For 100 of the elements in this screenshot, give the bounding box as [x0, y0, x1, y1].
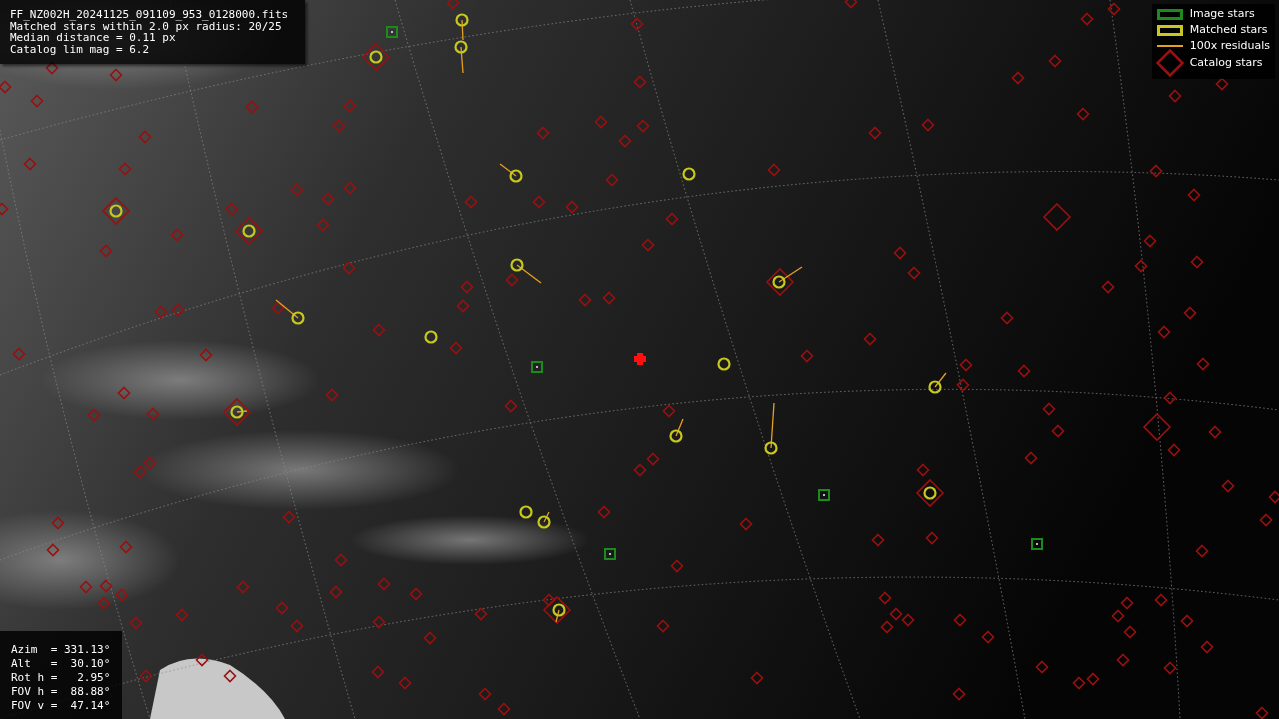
catalog-star-marker	[236, 580, 250, 594]
info-line: Matched stars within 2.0 px radius: 20/25	[10, 20, 282, 32]
catalog-star-marker	[878, 591, 892, 605]
catalog-star-marker	[630, 17, 644, 31]
catalog-star-marker	[1195, 544, 1209, 558]
catalog-star-marker	[618, 134, 632, 148]
catalog-star-marker	[1190, 255, 1204, 269]
catalog-star-marker	[170, 228, 184, 242]
catalog-star-marker	[372, 615, 386, 629]
catalog-star-marker	[474, 607, 488, 621]
catalog-star-marker	[133, 465, 147, 479]
catalog-star-marker	[119, 540, 133, 554]
info-line: Median distance = 0.11 px	[10, 32, 176, 44]
pointing-line: FOV v = 47.14°	[11, 699, 112, 713]
catalog-star-marker	[1200, 640, 1214, 654]
center-cross-icon	[634, 353, 646, 365]
catalog-star-marker	[670, 559, 684, 573]
catalog-star-marker	[1268, 490, 1279, 504]
catalog-star-marker	[99, 244, 113, 258]
catalog-star-marker	[597, 505, 611, 519]
catalog-star-marker	[423, 631, 437, 645]
catalog-star-marker	[1042, 402, 1056, 416]
catalog-star-marker	[863, 332, 877, 346]
catalog-star-marker	[0, 80, 12, 94]
catalog-star-marker	[1221, 479, 1235, 493]
catalog-star-marker	[342, 261, 356, 275]
catalog-star-marker	[456, 299, 470, 313]
catalog-star-marker	[605, 173, 619, 187]
catalog-star-marker	[321, 192, 335, 206]
catalog-star-marker	[901, 613, 915, 627]
catalog-star-marker	[222, 397, 252, 427]
catalog-star-marker	[1255, 706, 1269, 719]
catalog-star-marker	[1180, 614, 1194, 628]
catalog-star-marker	[464, 195, 478, 209]
catalog-star-marker	[1076, 107, 1090, 121]
catalog-star-marker	[23, 157, 37, 171]
catalog-star-marker	[602, 291, 616, 305]
catalog-star-marker	[1149, 164, 1163, 178]
catalog-star-marker	[1168, 89, 1182, 103]
catalog-star-marker	[139, 669, 153, 683]
catalog-star-marker	[871, 533, 885, 547]
catalog-star-marker	[12, 347, 26, 361]
legend-label: Image stars	[1189, 7, 1255, 21]
catalog-star-marker	[800, 349, 814, 363]
catalog-star-marker	[1143, 234, 1157, 248]
catalog-star-marker	[109, 68, 123, 82]
legend-label: Catalog stars	[1189, 56, 1263, 70]
legend-label: 100x residuals	[1189, 39, 1270, 53]
catalog-star-marker	[959, 358, 973, 372]
catalog-star-marker	[1116, 653, 1130, 667]
catalog-star-marker	[101, 196, 131, 226]
catalog-star-marker	[1017, 364, 1031, 378]
catalog-star-marker	[1154, 593, 1168, 607]
catalog-star-marker	[646, 452, 660, 466]
catalog-star-marker	[51, 516, 65, 530]
catalog-star-marker	[953, 613, 967, 627]
catalog-star-marker	[532, 195, 546, 209]
catalog-star-marker	[1035, 660, 1049, 674]
catalog-star-marker	[1163, 391, 1177, 405]
catalog-star-marker	[1011, 71, 1025, 85]
catalog-star-marker	[1196, 357, 1210, 371]
catalog-star-marker	[750, 671, 764, 685]
catalog-star-marker	[290, 183, 304, 197]
catalog-star-marker	[129, 616, 143, 630]
catalog-star-marker	[329, 585, 343, 599]
residual-line	[499, 163, 517, 177]
catalog-star-marker	[275, 601, 289, 615]
catalog-star-marker	[449, 341, 463, 355]
catalog-star-marker	[1048, 54, 1062, 68]
residual-line	[461, 19, 464, 41]
catalog-star-marker	[87, 408, 101, 422]
catalog-star-marker	[907, 266, 921, 280]
catalog-star-marker	[460, 280, 474, 294]
catalog-star-marker	[1120, 596, 1134, 610]
residual-line	[275, 299, 299, 319]
catalog-star-marker	[1072, 676, 1086, 690]
catalog-star-marker	[1259, 513, 1273, 527]
catalog-star-marker	[79, 580, 93, 594]
catalog-star-marker	[334, 553, 348, 567]
catalog-star-marker	[325, 388, 339, 402]
catalog-star-marker	[1183, 306, 1197, 320]
legend-label: Matched stars	[1189, 23, 1268, 37]
residual-line	[675, 418, 684, 437]
catalog-star-marker	[1086, 672, 1100, 686]
catalog-star-marker	[398, 676, 412, 690]
catalog-star-marker	[536, 126, 550, 140]
catalog-star-marker	[1123, 625, 1137, 639]
catalog-star-marker	[1080, 12, 1094, 26]
catalog-star-marker	[565, 200, 579, 214]
residual-line	[460, 46, 464, 74]
catalog-star-marker	[282, 510, 296, 524]
catalog-star-marker	[245, 100, 259, 114]
catalog-star-marker	[889, 607, 903, 621]
catalog-star-marker	[0, 202, 9, 216]
catalog-star-marker	[636, 119, 650, 133]
residual-line	[778, 266, 803, 283]
catalog-star-marker	[594, 115, 608, 129]
catalog-star-marker	[880, 620, 894, 634]
pointing-line: Rot h = 2.95°	[11, 671, 112, 685]
catalog-star-marker	[1000, 311, 1014, 325]
